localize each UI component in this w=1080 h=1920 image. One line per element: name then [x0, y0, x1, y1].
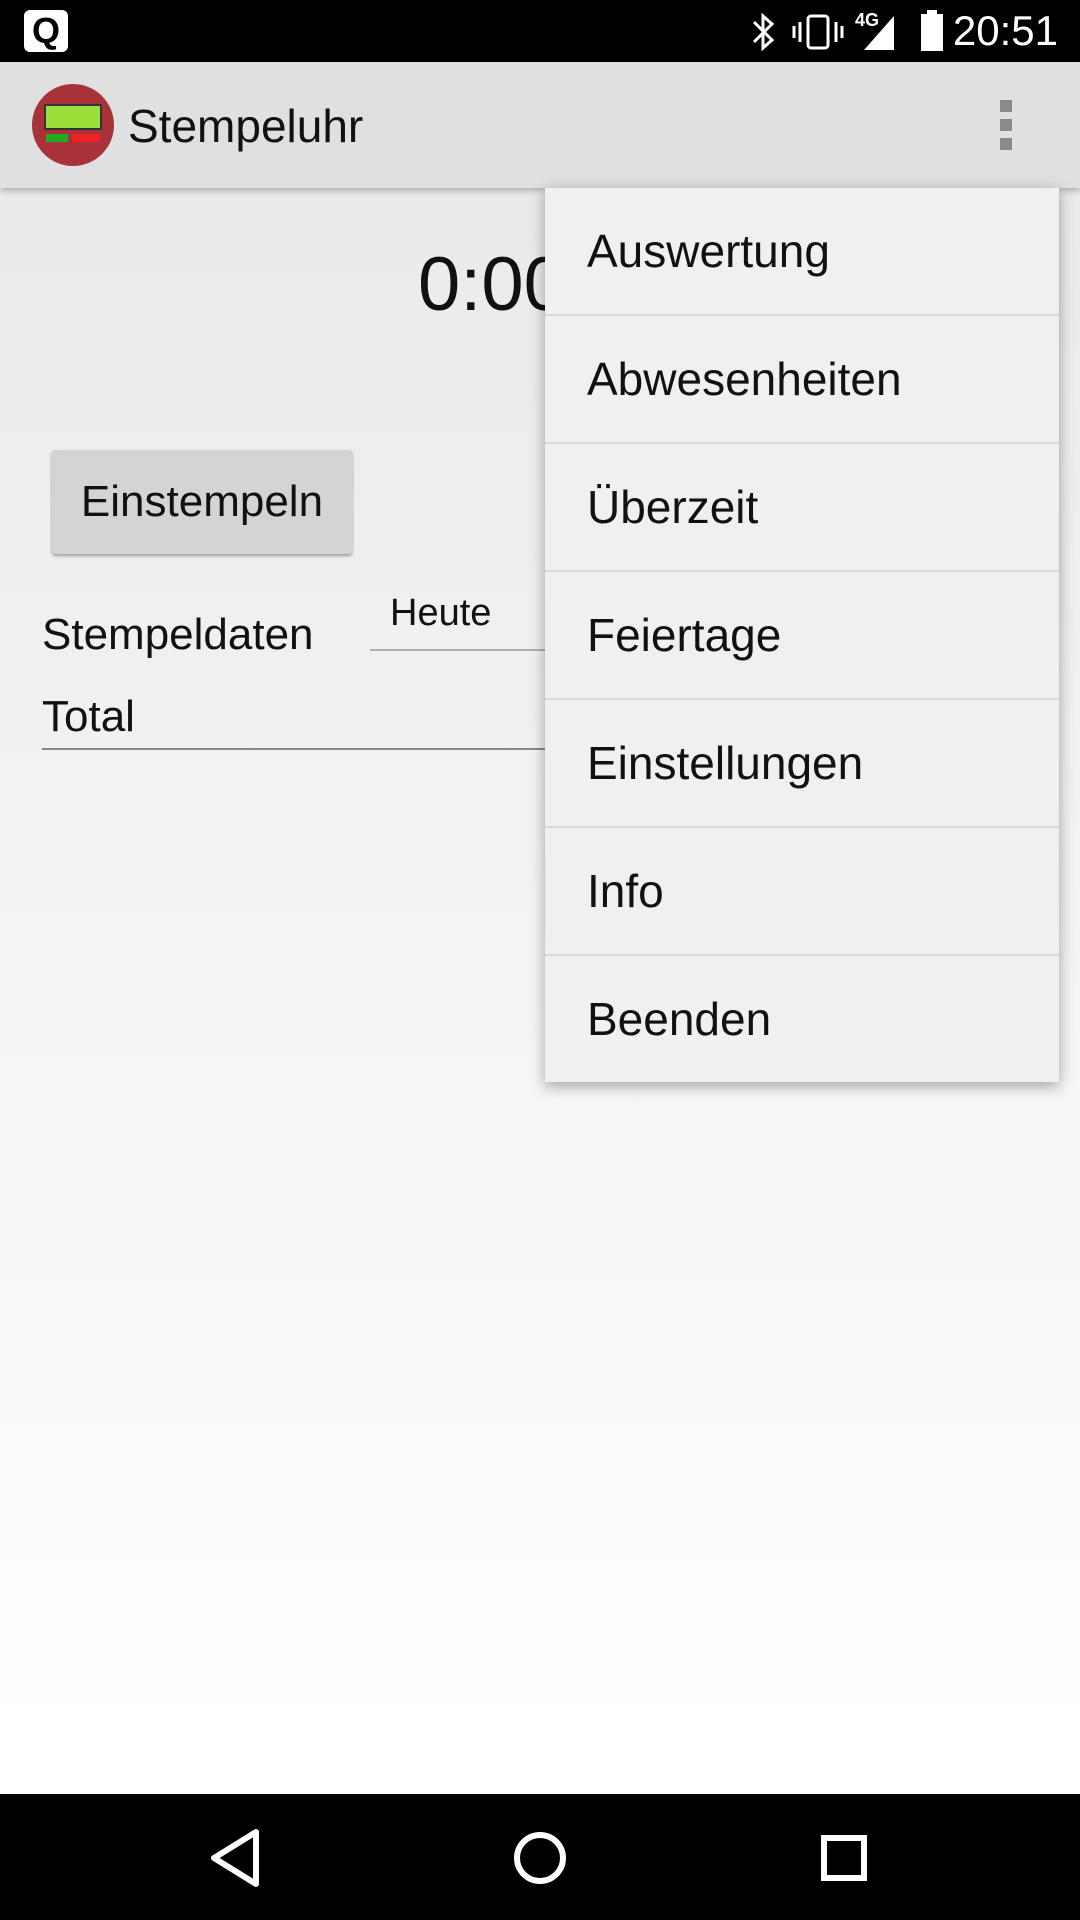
- app-logo: [32, 84, 114, 166]
- stempeldaten-label: Stempeldaten: [42, 610, 314, 659]
- vibrate-icon: [792, 14, 844, 50]
- overflow-menu: Auswertung Abwesenheiten Überzeit Feiert…: [545, 188, 1059, 1082]
- battery-icon: [921, 10, 943, 51]
- menu-item-info[interactable]: Info: [545, 828, 1059, 956]
- q-app-icon: Q: [24, 10, 68, 52]
- period-selected-value: Heute: [390, 592, 492, 634]
- menu-item-abwesenheiten[interactable]: Abwesenheiten: [545, 316, 1059, 444]
- stamp-in-button[interactable]: Einstempeln: [52, 450, 352, 554]
- app-bar: Stempeluhr: [0, 62, 1080, 188]
- status-time: 20:51: [952, 7, 1058, 54]
- menu-item-beenden[interactable]: Beenden: [545, 956, 1059, 1084]
- menu-item-einstellungen[interactable]: Einstellungen: [545, 700, 1059, 828]
- recents-icon[interactable]: [808, 1822, 880, 1894]
- bluetooth-icon: [752, 12, 775, 52]
- status-bar: Q 4G 20:51: [0, 0, 1080, 62]
- logo-in-indicator: [46, 134, 68, 142]
- logo-out-indicator: [72, 134, 100, 142]
- total-divider: [42, 748, 602, 750]
- menu-item-ueberzeit[interactable]: Überzeit: [545, 444, 1059, 572]
- back-icon[interactable]: [200, 1822, 272, 1894]
- overflow-menu-button[interactable]: [984, 92, 1028, 158]
- signal-icon: [864, 16, 894, 50]
- logo-screen: [44, 104, 102, 130]
- overflow-dot: [1000, 119, 1012, 131]
- overflow-dot: [1000, 138, 1012, 150]
- menu-item-auswertung[interactable]: Auswertung: [545, 188, 1059, 316]
- app-title: Stempeluhr: [128, 100, 364, 152]
- total-label: Total: [42, 692, 135, 741]
- overflow-dot: [1000, 100, 1012, 112]
- home-icon[interactable]: [504, 1822, 576, 1894]
- elapsed-time-display: 0:00: [418, 242, 566, 327]
- navigation-bar: [0, 1794, 1080, 1920]
- menu-item-feiertage[interactable]: Feiertage: [545, 572, 1059, 700]
